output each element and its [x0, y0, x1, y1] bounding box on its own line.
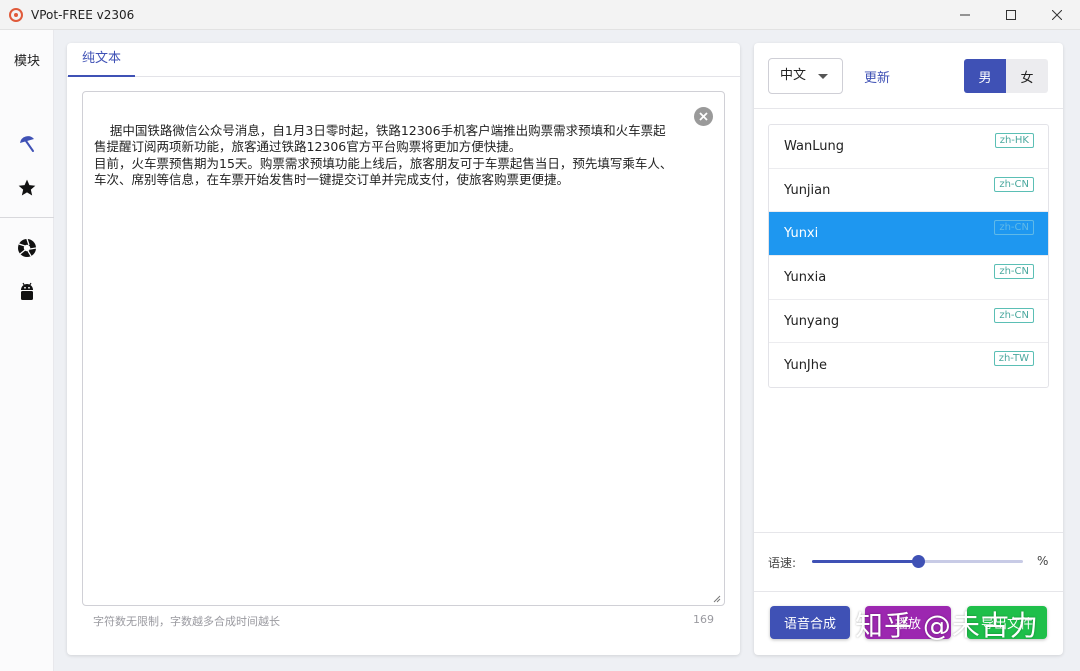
star-icon[interactable] [15, 176, 39, 200]
minimize-button[interactable] [942, 0, 988, 30]
app-logo-icon [9, 7, 23, 22]
module-sidebar: 模块 [0, 30, 54, 671]
close-icon [1052, 10, 1062, 20]
divider [754, 108, 1063, 109]
window-title: VPot-FREE v2306 [31, 7, 135, 22]
speed-slider-thumb[interactable] [911, 555, 925, 568]
update-button[interactable]: 更新 [864, 67, 890, 86]
voice-name: YunJhe [784, 357, 827, 373]
speed-slider-fill [812, 560, 918, 563]
title-bar: VPot-FREE v2306 [0, 0, 1080, 30]
tab-plain-text[interactable]: 纯文本 [68, 43, 135, 77]
aperture-icon[interactable] [15, 236, 39, 260]
voice-item-yunxia[interactable]: Yunxia zh-CN [769, 256, 1048, 300]
voice-name: WanLung [784, 138, 844, 154]
voice-name: Yunxia [784, 269, 827, 285]
gender-male-button[interactable]: 男 [964, 59, 1006, 93]
export-file-button[interactable]: 导出文件 [967, 606, 1047, 639]
locale-badge: zh-CN [994, 307, 1034, 323]
sidebar-title: 模块 [13, 54, 40, 69]
voice-item-yunxi[interactable]: Yunxi zh-CN [769, 212, 1048, 257]
locale-badge: zh-CN [994, 264, 1034, 280]
input-text: 据中国铁路微信公众号消息，自1月3日零时起，铁路12306手机客户端推出购票需求… [94, 122, 673, 188]
locale-badge: zh-CN [994, 220, 1034, 236]
editor-tabs: 纯文本 [67, 43, 740, 77]
maximize-button[interactable] [988, 0, 1034, 30]
voice-name: Yunyang [784, 313, 840, 329]
locale-badge: zh-TW [993, 351, 1034, 367]
voice-settings-panel: 中文 更新 男 女 WanLung zh-HK Yunjian zh-CN Yu… [754, 43, 1063, 655]
percent-label: % [1037, 554, 1049, 568]
synthesize-button[interactable]: 语音合成 [770, 606, 850, 639]
maximize-icon [1006, 10, 1016, 20]
char-count: 169 [693, 613, 714, 626]
voice-item-yunjian[interactable]: Yunjian zh-CN [769, 169, 1048, 213]
gender-female-button[interactable]: 女 [1006, 59, 1048, 93]
resize-grip-icon[interactable] [713, 595, 721, 603]
close-button[interactable] [1034, 0, 1080, 30]
voice-item-yunjhe[interactable]: YunJhe zh-TW [769, 343, 1048, 387]
voice-item-wanlung[interactable]: WanLung zh-HK [769, 125, 1048, 169]
language-select[interactable]: 中文 [768, 58, 843, 94]
play-button[interactable]: 播放 [865, 606, 951, 639]
divider [754, 532, 1063, 533]
sidebar-divider [0, 217, 54, 218]
voice-name: Yunxi [784, 226, 819, 242]
text-editor-panel: 纯文本 据中国铁路微信公众号消息，自1月3日零时起，铁路12306手机客户端推出… [67, 43, 740, 655]
text-input-area[interactable]: 据中国铁路微信公众号消息，自1月3日零时起，铁路12306手机客户端推出购票需求… [82, 91, 725, 606]
voice-list: WanLung zh-HK Yunjian zh-CN Yunxi zh-CN … [768, 124, 1049, 389]
umbrella-icon[interactable] [15, 132, 39, 156]
locale-badge: zh-CN [994, 176, 1034, 192]
android-icon[interactable] [15, 280, 39, 304]
dropdown-caret-icon [818, 74, 828, 79]
speed-slider[interactable] [812, 555, 1023, 568]
voice-item-yunyang[interactable]: Yunyang zh-CN [769, 300, 1048, 344]
clear-text-button[interactable] [694, 107, 713, 126]
language-value: 中文 [780, 68, 807, 83]
divider [754, 591, 1063, 592]
voice-name: Yunjian [784, 182, 831, 198]
minimize-icon [960, 14, 970, 16]
gender-toggle: 男 女 [964, 59, 1048, 93]
clear-icon [699, 112, 708, 121]
speed-label: 语速: [768, 556, 797, 570]
char-limit-hint: 字符数无限制，字数越多合成时间越长 [93, 615, 280, 628]
window-controls [942, 0, 1080, 30]
locale-badge: zh-HK [994, 133, 1034, 148]
